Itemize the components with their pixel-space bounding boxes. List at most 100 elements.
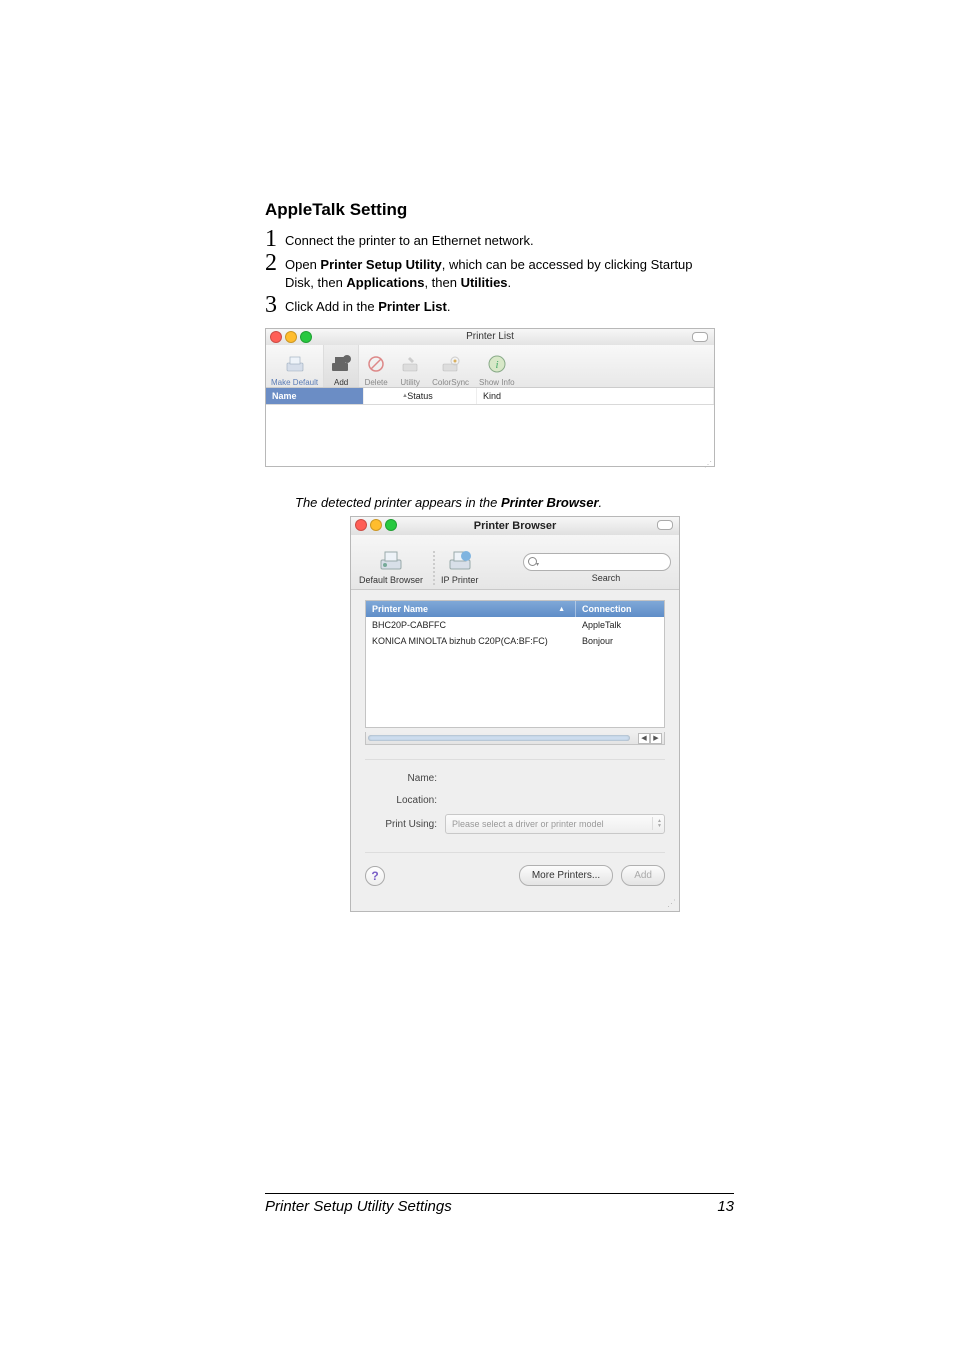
column-headers: Name Status Kind: [266, 388, 714, 405]
label: Delete: [365, 378, 388, 387]
step-number: 2: [265, 252, 285, 274]
connection-cell: AppleTalk: [576, 617, 664, 633]
t: The detected printer appears in the: [295, 495, 501, 510]
step-list: 1 Connect the printer to an Ethernet net…: [265, 228, 734, 316]
delete-icon: [364, 352, 388, 376]
printusing-label: Print Using:: [365, 819, 437, 830]
ip-printer-tab[interactable]: IP Printer: [441, 547, 478, 585]
t: Printer Setup Utility: [320, 257, 441, 272]
t: .: [599, 495, 603, 510]
button-row: ? More Printers... Add: [365, 852, 665, 894]
footer-title: Printer Setup Utility Settings: [265, 1198, 452, 1215]
label: Add: [334, 378, 348, 387]
close-icon[interactable]: [355, 519, 367, 531]
make-default-button[interactable]: Make Default: [266, 345, 323, 387]
label: ColorSync: [432, 378, 469, 387]
minimize-icon[interactable]: [370, 519, 382, 531]
resize-handle[interactable]: ⋰: [351, 898, 679, 911]
section-heading: AppleTalk Setting: [265, 200, 734, 220]
connection-cell: Bonjour: [576, 633, 664, 649]
printer-form: Name: Location: Print Using: Please sele…: [365, 759, 665, 834]
delete-button[interactable]: Delete: [359, 345, 393, 387]
name-field[interactable]: [445, 770, 665, 786]
t: Applications: [346, 275, 424, 290]
location-field[interactable]: [445, 792, 665, 808]
location-label: Location:: [365, 795, 437, 806]
window-title: Printer List: [466, 331, 514, 342]
step-text: Open Printer Setup Utility, which can be…: [285, 252, 693, 292]
step-number: 1: [265, 228, 285, 250]
more-printers-button[interactable]: More Printers...: [519, 865, 613, 886]
scroll-right-icon[interactable]: ▶: [650, 733, 662, 744]
default-browser-tab[interactable]: Default Browser: [359, 547, 423, 585]
step-2: 2 Open Printer Setup Utility, which can …: [265, 252, 734, 292]
zoom-icon[interactable]: [385, 519, 397, 531]
column-status[interactable]: Status: [364, 388, 477, 404]
close-icon[interactable]: [270, 331, 282, 343]
window-titlebar: Printer List: [266, 329, 714, 345]
t: Utilities: [461, 275, 508, 290]
col-printer-name[interactable]: Printer Name▲: [366, 601, 576, 617]
step-3: 3 Click Add in the Printer List.: [265, 294, 734, 316]
svg-text:i: i: [495, 359, 498, 371]
printer-list-window: Printer List Make Default Add Delete Uti…: [265, 328, 715, 467]
search-label: Search: [541, 573, 671, 583]
printer-name-cell: BHC20P-CABFFC: [366, 617, 576, 633]
t: , then: [424, 275, 460, 290]
t: Click Add in the: [285, 299, 378, 314]
list-item[interactable]: KONICA MINOLTA bizhub C20P(CA:BF:FC) Bon…: [366, 633, 664, 649]
resize-handle[interactable]: ⋰: [266, 460, 714, 466]
minimize-icon[interactable]: [285, 331, 297, 343]
printer-browser-window: Printer Browser Default Browser IP Print…: [350, 516, 680, 912]
t: .: [447, 299, 451, 314]
t: Disk, then: [285, 275, 346, 290]
showinfo-button[interactable]: i Show Info: [474, 345, 520, 387]
horizontal-scrollbar[interactable]: ◀▶: [365, 732, 665, 745]
t: Open: [285, 257, 320, 272]
label: Show Info: [479, 378, 515, 387]
search-input[interactable]: ▾: [523, 553, 671, 571]
traffic-lights[interactable]: [270, 331, 312, 343]
t: Printer Browser: [501, 495, 599, 510]
printusing-select[interactable]: Please select a driver or printer model …: [445, 814, 665, 834]
add-button[interactable]: Add: [323, 345, 359, 387]
label: Default Browser: [359, 575, 423, 585]
step-text: Click Add in the Printer List.: [285, 294, 450, 316]
t: Printer List: [378, 299, 447, 314]
step-1: 1 Connect the printer to an Ethernet net…: [265, 228, 734, 250]
column-kind[interactable]: Kind: [477, 388, 714, 404]
list-item[interactable]: BHC20P-CABFFC AppleTalk: [366, 617, 664, 633]
scroll-left-icon[interactable]: ◀: [638, 733, 650, 744]
toolbar-toggle-icon[interactable]: [657, 520, 673, 530]
zoom-icon[interactable]: [300, 331, 312, 343]
utility-button[interactable]: Utility: [393, 345, 427, 387]
add-button[interactable]: Add: [621, 865, 665, 886]
printer-default-icon: [283, 352, 307, 376]
printer-list: Printer Name▲ Connection BHC20P-CABFFC A…: [365, 600, 665, 728]
separator: [433, 551, 435, 585]
column-name[interactable]: Name: [266, 388, 364, 404]
ip-printer-icon: [445, 547, 475, 573]
default-browser-icon: [376, 547, 406, 573]
toolbar: Make Default Add Delete Utility ColorSyn…: [266, 345, 714, 388]
name-label: Name:: [365, 773, 437, 784]
list-header: Printer Name▲ Connection: [366, 601, 664, 617]
col-connection[interactable]: Connection: [576, 601, 664, 617]
page-number: 13: [717, 1198, 734, 1215]
select-stepper-icon: ▲▼: [652, 817, 662, 830]
label: Make Default: [271, 378, 318, 387]
help-button[interactable]: ?: [365, 866, 385, 886]
colorsync-button[interactable]: ColorSync: [427, 345, 474, 387]
utility-icon: [398, 352, 422, 376]
select-value: Please select a driver or printer model: [452, 819, 604, 829]
t: , which can be accessed by clicking Star…: [442, 257, 693, 272]
toolbar-toggle-icon[interactable]: [692, 332, 708, 342]
colorsync-icon: [439, 352, 463, 376]
window-title: Printer Browser: [474, 520, 557, 532]
toolbar: Default Browser IP Printer ▾ Search: [351, 535, 679, 590]
page-footer: Printer Setup Utility Settings 13: [265, 1193, 734, 1215]
window-titlebar: Printer Browser: [351, 517, 679, 535]
traffic-lights[interactable]: [355, 519, 397, 531]
caption: The detected printer appears in the Prin…: [295, 495, 734, 510]
label: IP Printer: [441, 575, 478, 585]
